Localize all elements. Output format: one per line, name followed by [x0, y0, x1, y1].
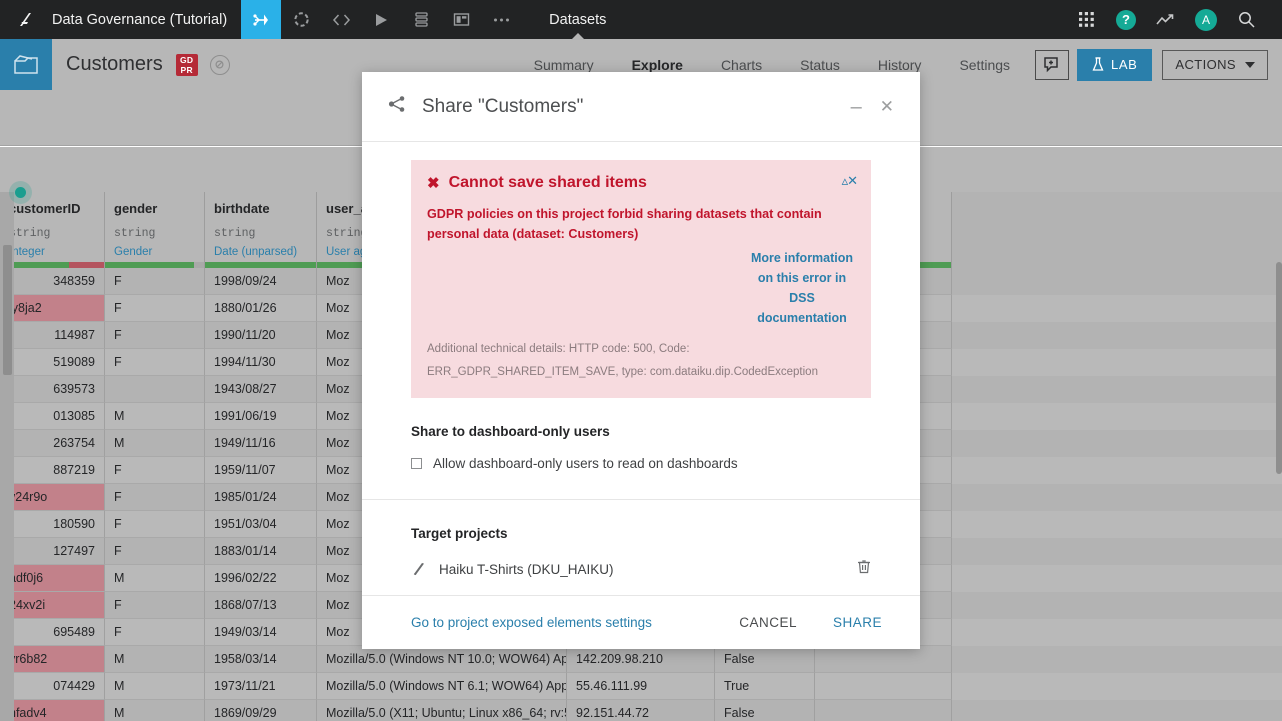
- dashboard-checkbox-row[interactable]: Allow dashboard-only users to read on da…: [411, 456, 871, 499]
- share-dialog: Share "Customers" – ✕ ✖ Cannot save shar…: [362, 72, 920, 649]
- minimize-icon[interactable]: –: [851, 97, 862, 117]
- dashboard-read-checkbox[interactable]: [411, 458, 422, 469]
- share-button[interactable]: SHARE: [833, 615, 882, 630]
- exposed-elements-settings-link[interactable]: Go to project exposed elements settings: [411, 615, 652, 630]
- dashboard-checkbox-label: Allow dashboard-only users to read on da…: [433, 456, 738, 471]
- error-title-row: ✖ Cannot save shared items: [427, 174, 855, 192]
- dialog-actions: CANCEL SHARE: [739, 615, 882, 630]
- dialog-body: ✖ Cannot save shared items ▵✕ GDPR polic…: [362, 142, 920, 595]
- error-more-info-link[interactable]: More information on this error in DSS do…: [749, 248, 855, 328]
- close-icon[interactable]: ✕: [880, 97, 894, 117]
- error-collapse-controls[interactable]: ▵✕: [842, 173, 858, 189]
- dialog-window-controls: – ✕: [851, 97, 894, 117]
- dashboard-section-title: Share to dashboard-only users: [411, 424, 610, 439]
- dialog-footer: Go to project exposed elements settings …: [362, 595, 920, 649]
- list-item: Haiku T-Shirts (DKU_HAIKU): [411, 559, 871, 579]
- target-project-label: Haiku T-Shirts (DKU_HAIKU): [439, 561, 614, 577]
- error-message: GDPR policies on this project forbid sha…: [427, 207, 822, 241]
- section-divider: [362, 499, 920, 500]
- error-x-icon: ✖: [427, 175, 440, 192]
- error-banner: ✖ Cannot save shared items ▵✕ GDPR polic…: [411, 160, 871, 398]
- dismiss-icon[interactable]: ✕: [847, 173, 858, 188]
- dashboard-users-section: Share to dashboard-only users Allow dash…: [362, 424, 920, 499]
- target-section-title: Target projects: [411, 526, 508, 541]
- cancel-button[interactable]: CANCEL: [739, 615, 797, 630]
- share-icon: [388, 95, 406, 118]
- dialog-title: Share "Customers": [422, 95, 584, 117]
- trash-icon[interactable]: [857, 559, 871, 579]
- error-title: Cannot save shared items: [448, 174, 647, 191]
- error-technical-details: Additional technical details: HTTP code:…: [427, 343, 818, 378]
- target-projects-section: Target projects Haiku T-Shirts (DKU_HAIK…: [362, 526, 920, 595]
- dialog-header: Share "Customers" – ✕: [362, 72, 920, 142]
- project-icon: [411, 561, 427, 577]
